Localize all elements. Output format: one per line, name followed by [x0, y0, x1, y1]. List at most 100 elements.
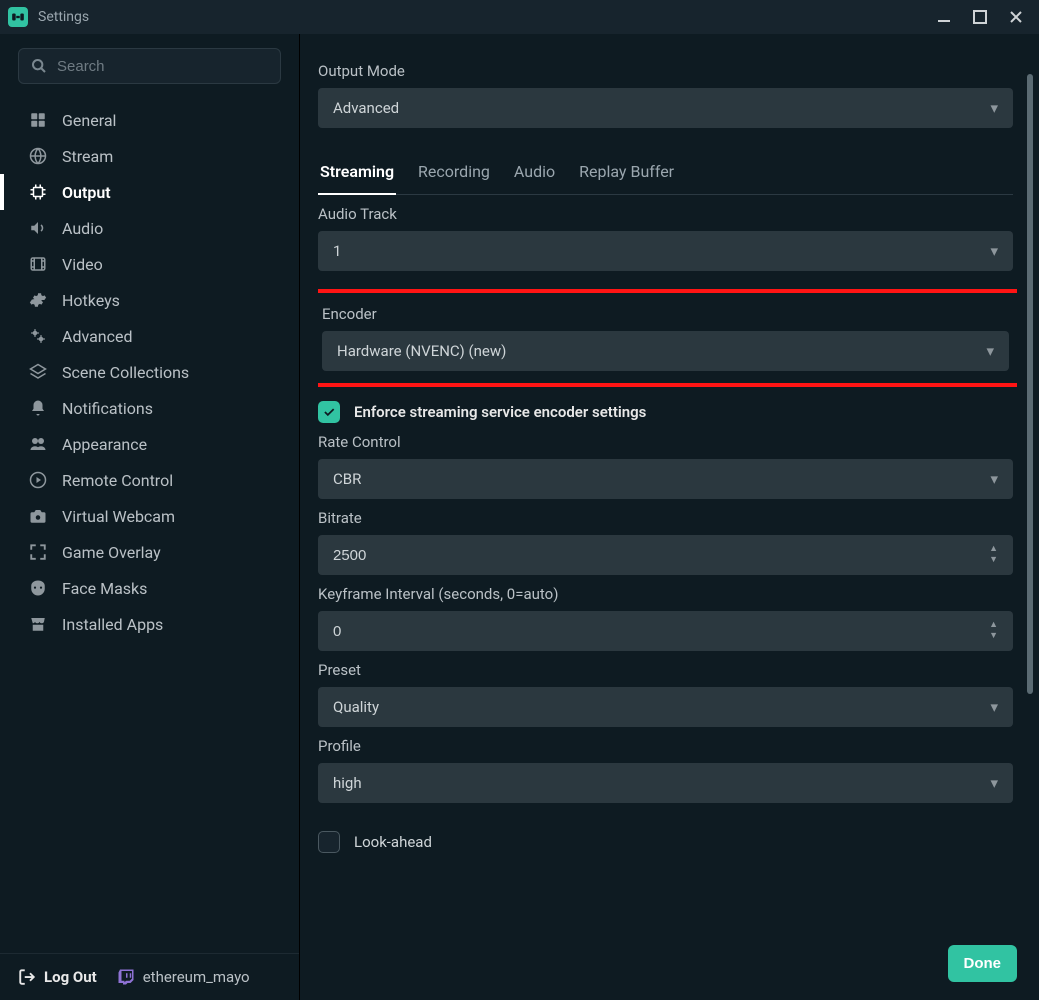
- user-icon: [28, 434, 48, 454]
- twitch-icon: [117, 968, 135, 986]
- audio-track-select[interactable]: 1 ▾: [318, 231, 1013, 271]
- bitrate-label: Bitrate: [318, 509, 1013, 527]
- encoder-label: Encoder: [322, 305, 1009, 323]
- chevron-down-icon: ▾: [990, 774, 998, 792]
- sidebar-item-label: Stream: [62, 147, 113, 166]
- sidebar-item-advanced[interactable]: Advanced: [0, 318, 299, 354]
- tab-streaming[interactable]: Streaming: [318, 154, 396, 195]
- sidebar-nav: General Stream Output Audio Video Hotkeys Adva…: [0, 94, 299, 953]
- sidebar-item-label: Appearance: [62, 435, 147, 454]
- main-panel: Output Mode Advanced ▾ Streaming Recordin…: [300, 34, 1039, 1000]
- encoder-select[interactable]: Hardware (NVENC) (new) ▾: [322, 331, 1009, 371]
- chip-icon: [28, 182, 48, 202]
- titlebar: Settings: [0, 0, 1039, 34]
- profile-select[interactable]: high ▾: [318, 763, 1013, 803]
- output-mode-label: Output Mode: [318, 62, 1013, 80]
- sidebar-item-label: Audio: [62, 219, 103, 238]
- sidebar-item-game-overlay[interactable]: Game Overlay: [0, 534, 299, 570]
- tab-recording[interactable]: Recording: [416, 154, 492, 195]
- username-label: ethereum_mayo: [143, 968, 250, 986]
- done-button[interactable]: Done: [948, 945, 1018, 982]
- username[interactable]: ethereum_mayo: [117, 968, 250, 986]
- sidebar-item-installed-apps[interactable]: Installed Apps: [0, 606, 299, 642]
- camera-icon: [28, 506, 48, 526]
- app-icon: [8, 7, 28, 27]
- sidebar-item-face-masks[interactable]: Face Masks: [0, 570, 299, 606]
- profile-label: Profile: [318, 737, 1013, 755]
- film-icon: [28, 254, 48, 274]
- sidebar-item-video[interactable]: Video: [0, 246, 299, 282]
- encoder-highlight: Encoder Hardware (NVENC) (new) ▾: [318, 289, 1017, 387]
- sidebar-item-label: Installed Apps: [62, 615, 163, 634]
- rate-control-label: Rate Control: [318, 433, 1013, 451]
- maximize-button[interactable]: [971, 8, 989, 26]
- chevron-down-icon: ▾: [990, 99, 998, 117]
- enforce-checkbox[interactable]: [318, 401, 340, 423]
- tab-replay-buffer[interactable]: Replay Buffer: [577, 154, 676, 195]
- step-up-icon[interactable]: ▲: [989, 621, 998, 630]
- sidebar-item-label: Advanced: [62, 327, 133, 346]
- chevron-down-icon: ▾: [990, 470, 998, 488]
- sidebar-item-appearance[interactable]: Appearance: [0, 426, 299, 462]
- expand-icon: [28, 542, 48, 562]
- sidebar-item-label: Virtual Webcam: [62, 507, 175, 526]
- scrollbar[interactable]: [1027, 34, 1033, 1000]
- sidebar-item-virtual-webcam[interactable]: Virtual Webcam: [0, 498, 299, 534]
- speaker-icon: [28, 218, 48, 238]
- sidebar-item-label: Hotkeys: [62, 291, 120, 310]
- gear-icon: [28, 290, 48, 310]
- close-button[interactable]: [1007, 8, 1025, 26]
- step-down-icon[interactable]: ▼: [989, 556, 998, 565]
- sidebar-item-scene-collections[interactable]: Scene Collections: [0, 354, 299, 390]
- sidebar-item-general[interactable]: General: [0, 102, 299, 138]
- chevron-down-icon: ▾: [986, 342, 994, 360]
- sidebar-footer: Log Out ethereum_mayo: [0, 953, 299, 1000]
- sidebar-item-notifications[interactable]: Notifications: [0, 390, 299, 426]
- chevron-down-icon: ▾: [990, 698, 998, 716]
- output-mode-select[interactable]: Advanced ▾: [318, 88, 1013, 128]
- globe-icon: [28, 146, 48, 166]
- sidebar-item-label: Remote Control: [62, 471, 173, 490]
- search-icon: [31, 58, 47, 74]
- play-icon: [28, 470, 48, 490]
- sidebar-item-label: General: [62, 111, 116, 130]
- sidebar-item-label: Notifications: [62, 399, 153, 418]
- chevron-down-icon: ▾: [990, 242, 998, 260]
- tab-audio[interactable]: Audio: [512, 154, 557, 195]
- gears-icon: [28, 326, 48, 346]
- lookahead-checkbox[interactable]: [318, 831, 340, 853]
- keyframe-label: Keyframe Interval (seconds, 0=auto): [318, 585, 1013, 603]
- minimize-button[interactable]: [935, 8, 953, 26]
- mask-icon: [28, 578, 48, 598]
- enforce-label: Enforce streaming service encoder settin…: [354, 403, 646, 421]
- step-down-icon[interactable]: ▼: [989, 632, 998, 641]
- logout-button[interactable]: Log Out: [18, 968, 97, 986]
- sidebar-item-label: Face Masks: [62, 579, 147, 598]
- sidebar-item-output[interactable]: Output: [0, 174, 299, 210]
- bell-icon: [28, 398, 48, 418]
- step-up-icon[interactable]: ▲: [989, 545, 998, 554]
- preset-select[interactable]: Quality ▾: [318, 687, 1013, 727]
- preset-label: Preset: [318, 661, 1013, 679]
- keyframe-input[interactable]: ▲▼: [318, 611, 1013, 651]
- output-tabs: Streaming Recording Audio Replay Buffer: [318, 154, 1013, 195]
- sidebar: General Stream Output Audio Video Hotkeys Adva…: [0, 34, 300, 1000]
- bitrate-input[interactable]: ▲▼: [318, 535, 1013, 575]
- grid-icon: [28, 110, 48, 130]
- layers-icon: [28, 362, 48, 382]
- search-input[interactable]: [18, 48, 281, 84]
- sidebar-item-stream[interactable]: Stream: [0, 138, 299, 174]
- sidebar-item-label: Game Overlay: [62, 543, 161, 562]
- lookahead-label: Look-ahead: [354, 833, 432, 851]
- sidebar-item-label: Scene Collections: [62, 363, 189, 382]
- logout-icon: [18, 968, 36, 986]
- rate-control-select[interactable]: CBR ▾: [318, 459, 1013, 499]
- audio-track-label: Audio Track: [318, 205, 1013, 223]
- store-icon: [28, 614, 48, 634]
- window-title: Settings: [38, 9, 89, 25]
- sidebar-item-hotkeys[interactable]: Hotkeys: [0, 282, 299, 318]
- logout-label: Log Out: [44, 968, 97, 986]
- sidebar-item-label: Output: [62, 183, 111, 202]
- sidebar-item-audio[interactable]: Audio: [0, 210, 299, 246]
- sidebar-item-remote-control[interactable]: Remote Control: [0, 462, 299, 498]
